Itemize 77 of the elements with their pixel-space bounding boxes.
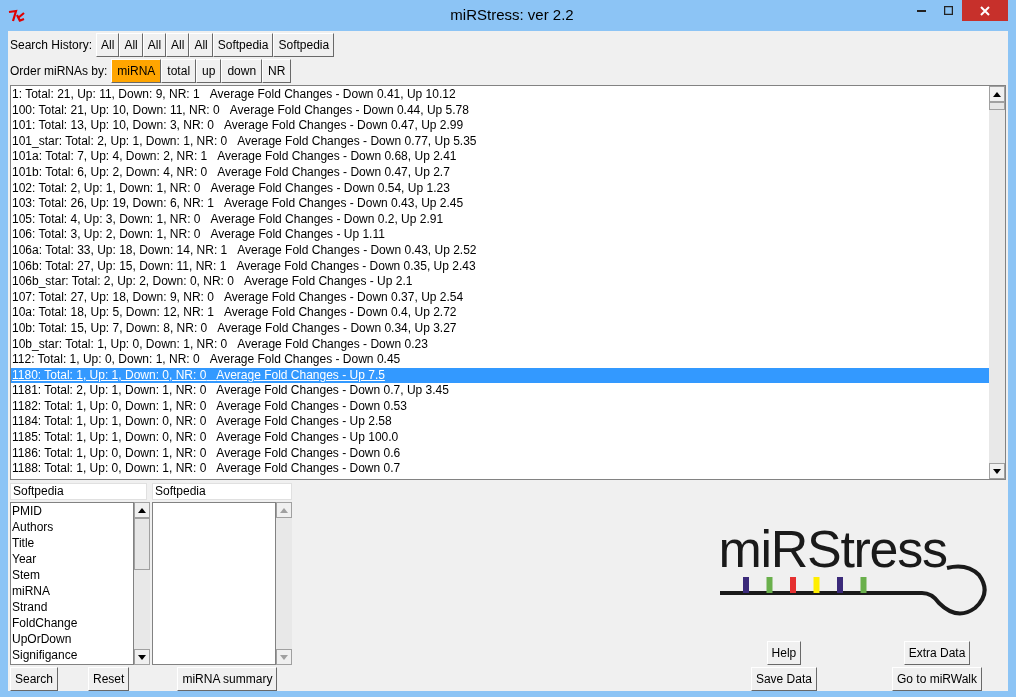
result-row[interactable]: 102: Total: 2, Up: 1, Down: 1, NR: 0 Average Fold Changes - Down 0.54, Up 1.23 — [11, 180, 989, 197]
field-list-item[interactable]: Title — [11, 535, 133, 551]
scroll-down-button[interactable] — [989, 463, 1005, 479]
button[interactable]: All — [166, 33, 190, 57]
button[interactable]: miRNA — [111, 59, 162, 83]
close-icon — [980, 5, 990, 16]
button[interactable]: Softpedia — [273, 33, 335, 57]
field-list-item[interactable]: FoldChange — [11, 615, 133, 631]
result-row[interactable]: 10a: Total: 18, Up: 5, Down: 12, NR: 1 Average Fold Changes - Down 0.4, Up 2.72 — [11, 305, 989, 321]
result-row[interactable]: 1182: Total: 1, Up: 0, Down: 1, NR: 0 Average Fold Changes - Down 0.53 — [11, 398, 989, 415]
result-row[interactable]: 1186: Total: 1, Up: 0, Down: 1, NR: 0 Average Fold Changes - Down 0.6 — [11, 445, 989, 462]
button[interactable]: Softpedia — [212, 33, 274, 57]
up-arrow-icon — [138, 507, 146, 513]
maximize-icon — [944, 6, 953, 15]
result-row[interactable]: 101_star: Total: 2, Up: 1, Down: 1, NR: 0 Average Fold Changes - Down 0.77, Up 5.35 — [11, 133, 989, 150]
scroll-up-button[interactable] — [134, 502, 150, 518]
value-field[interactable]: Softpedia — [152, 483, 292, 500]
button[interactable]: Save Data — [750, 667, 817, 691]
down-arrow-icon — [280, 654, 288, 660]
result-row[interactable]: 10b: Total: 15, Up: 7, Down: 8, NR: 0 Average Fold Changes - Down 0.34, Up 3.27 — [11, 320, 989, 337]
result-row[interactable]: 103: Total: 26, Up: 19, Down: 6, NR: 1 Average Fold Changes - Down 0.43, Up 2.45 — [11, 196, 989, 212]
result-row[interactable]: 106b: Total: 27, Up: 15, Down: 11, NR: 1 Average Fold Changes - Down 0.35, Up 2.43 — [11, 258, 989, 275]
result-row[interactable]: 106b_star: Total: 2, Up: 2, Down: 0, NR: 0 Average Fold Changes - Up 2.1 — [11, 274, 989, 290]
result-row[interactable]: 1181: Total: 2, Up: 1, Down: 1, NR: 0 Average Fold Changes - Down 0.7, Up 3.45 — [11, 383, 989, 399]
result-row[interactable]: 1: Total: 21, Up: 11, Down: 9, NR: 1 Average Fold Changes - Down 0.41, Up 10.12 — [11, 87, 989, 103]
up-arrow-icon — [993, 91, 1001, 97]
result-row[interactable]: 112: Total: 1, Up: 0, Down: 1, NR: 0 Average Fold Changes - Down 0.45 — [11, 352, 989, 368]
button[interactable]: total — [161, 59, 197, 83]
field-list-item[interactable]: Signifigance — [11, 647, 133, 663]
field-list-item[interactable]: Authors — [11, 519, 133, 535]
button[interactable]: All — [96, 33, 120, 57]
button[interactable]: Reset — [88, 667, 130, 691]
order-by-label: Order miRNAs by: — [10, 63, 108, 80]
search-history-label: Search History: — [10, 37, 93, 54]
search-field[interactable]: Softpedia — [10, 483, 147, 500]
button[interactable]: All — [189, 33, 213, 57]
result-row[interactable]: 106a: Total: 33, Up: 18, Down: 14, NR: 1 Average Fold Changes - Down 0.43, Up 2.52 — [11, 242, 989, 259]
button[interactable]: NR — [262, 59, 292, 83]
result-row[interactable]: 101b: Total: 6, Up: 2, Down: 4, NR: 0 Average Fold Changes - Down 0.47, Up 2.7 — [11, 164, 989, 181]
scroll-down-button[interactable] — [134, 649, 150, 665]
feather-logo-icon — [8, 8, 26, 23]
field-list-item[interactable]: Strand — [11, 599, 133, 615]
scroll-up-button[interactable] — [989, 86, 1005, 102]
button[interactable]: miRNA summary — [177, 667, 278, 691]
result-row[interactable]: 10b_star: Total: 1, Up: 0, Down: 1, NR: 0 Average Fold Changes - Down 0.23 — [11, 336, 989, 353]
window-title: miRStress: ver 2.2 — [449, 5, 575, 26]
result-row[interactable]: 100: Total: 21, Up: 10, Down: 11, NR: 0 Average Fold Changes - Down 0.44, Up 5.78 — [11, 102, 989, 119]
result-row[interactable]: 1184: Total: 1, Up: 1, Down: 0, NR: 0 Average Fold Changes - Up 2.58 — [11, 414, 989, 431]
field-list-item[interactable]: miRNA — [11, 583, 133, 599]
button[interactable]: Extra Data — [903, 641, 971, 665]
result-row[interactable]: 106: Total: 3, Up: 2, Down: 1, NR: 0 Average Fold Changes - Up 1.11 — [11, 227, 989, 243]
result-row[interactable]: 105: Total: 4, Up: 3, Down: 1, NR: 0 Average Fold Changes - Down 0.2, Up 2.91 — [11, 211, 989, 228]
mirstress-logo: miRStress — [716, 523, 992, 619]
field-list-item[interactable]: PMID — [11, 503, 133, 519]
close-button[interactable] — [962, 0, 1008, 21]
value-list[interactable] — [152, 502, 276, 665]
button[interactable]: Help — [766, 641, 802, 665]
button[interactable]: Search — [10, 667, 59, 691]
field-list-item[interactable]: UpOrDown — [11, 631, 133, 647]
down-arrow-icon — [138, 654, 146, 660]
result-row[interactable]: 107: Total: 27, Up: 18, Down: 9, NR: 0 Average Fold Changes - Down 0.37, Up 2.54 — [11, 289, 989, 306]
result-row[interactable]: 101: Total: 13, Up: 10, Down: 3, NR: 0 Average Fold Changes - Down 0.47, Up 2.99 — [11, 118, 989, 134]
result-row[interactable]: 1188: Total: 1, Up: 0, Down: 1, NR: 0 Average Fold Changes - Down 0.7 — [11, 461, 989, 477]
result-row[interactable]: 1185: Total: 1, Up: 1, Down: 0, NR: 0 Average Fold Changes - Up 100.0 — [11, 430, 989, 446]
down-arrow-icon — [993, 468, 1001, 474]
button[interactable]: Go to miRWalk — [892, 667, 982, 691]
scroll-thumb[interactable] — [989, 102, 1005, 110]
button[interactable]: up — [196, 59, 222, 83]
field-list-item[interactable]: Year — [11, 551, 133, 567]
up-arrow-icon — [280, 507, 288, 513]
field-list-item[interactable]: Stem — [11, 567, 133, 583]
minimize-icon — [917, 9, 926, 12]
button[interactable]: All — [142, 33, 167, 57]
button[interactable]: All — [119, 33, 143, 57]
scroll-thumb[interactable] — [134, 518, 150, 570]
result-row[interactable]: 101a: Total: 7, Up: 4, Down: 2, NR: 1 Average Fold Changes - Down 0.68, Up 2.41 — [11, 149, 989, 165]
button[interactable]: down — [221, 59, 263, 83]
